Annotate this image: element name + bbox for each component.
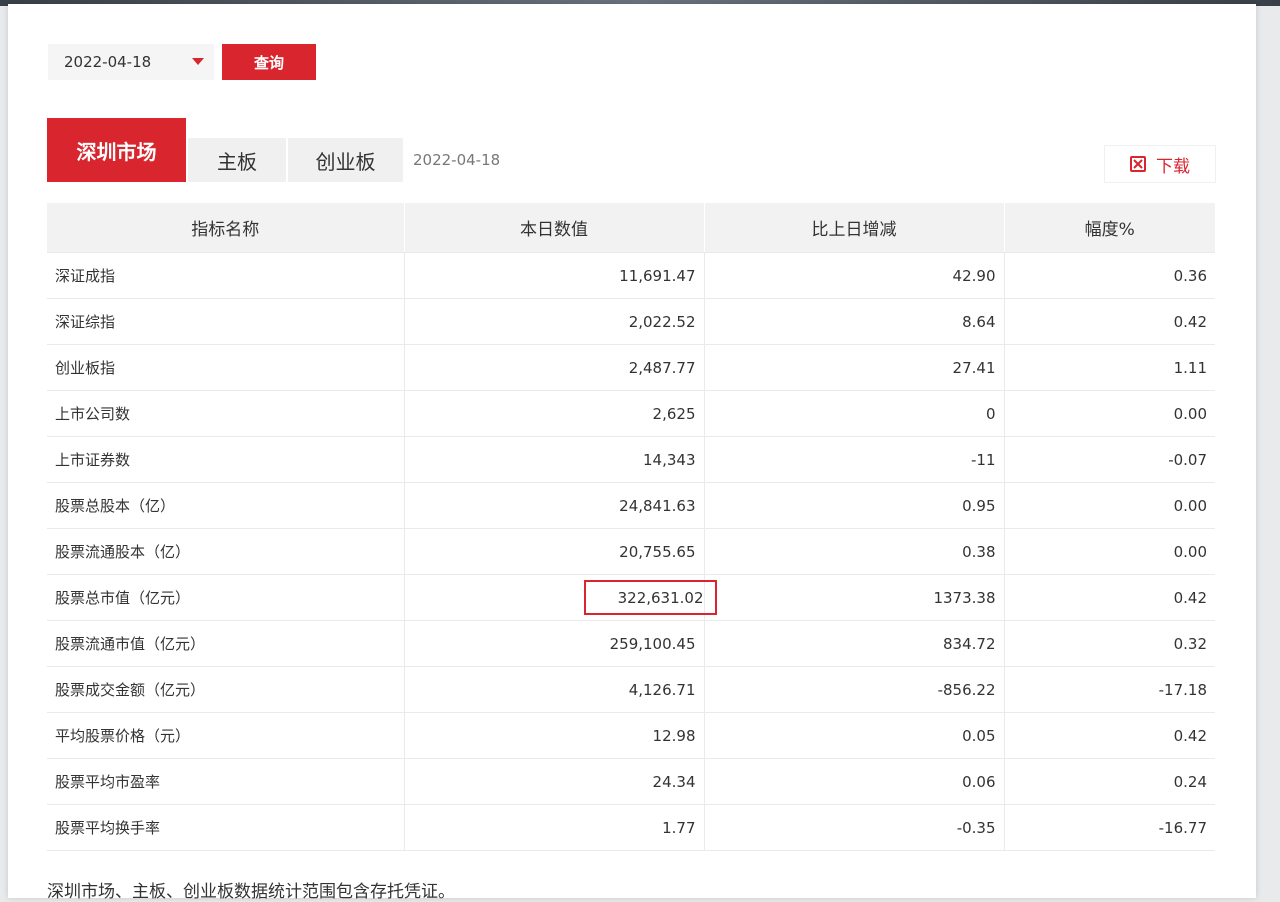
cell-value: 1.77 (404, 804, 705, 851)
tab-main-board[interactable]: 主板 (188, 138, 286, 182)
chevron-down-icon (192, 58, 204, 65)
cell-value: 24.34 (404, 758, 705, 805)
cell-change: 8.64 (704, 298, 1005, 345)
table-row: 创业板指 2,487.77 27.41 1.11 (47, 344, 1215, 391)
header-change: 比上日增减 (704, 203, 1005, 253)
table-row: 上市证券数 14,343 -11 -0.07 (47, 436, 1215, 483)
cell-value: 2,022.52 (404, 298, 705, 345)
tab-chinext[interactable]: 创业板 (288, 138, 403, 182)
cell-value: 24,841.63 (404, 482, 705, 529)
cell-name: 深证综指 (47, 298, 405, 345)
cell-change: 1373.38 (704, 574, 1005, 621)
header-indicator-name: 指标名称 (47, 203, 405, 253)
table-row: 股票平均换手率 1.77 -0.35 -16.77 (47, 804, 1215, 851)
cell-percent: 0.00 (1004, 528, 1215, 575)
cell-name: 股票成交金额（亿元） (47, 666, 405, 713)
header-change-percent: 幅度% (1004, 203, 1215, 253)
tab-shenzhen-market[interactable]: 深圳市场 (47, 118, 186, 182)
table-row: 股票平均市盈率 24.34 0.06 0.24 (47, 758, 1215, 805)
date-select-value: 2022-04-18 (64, 53, 152, 71)
cell-percent: 0.42 (1004, 298, 1215, 345)
cell-percent: 0.32 (1004, 620, 1215, 667)
cell-percent: 0.24 (1004, 758, 1215, 805)
cell-name: 股票总股本（亿） (47, 482, 405, 529)
cell-name: 股票平均市盈率 (47, 758, 405, 805)
cell-value: 20,755.65 (404, 528, 705, 575)
cell-value: 14,343 (404, 436, 705, 483)
cell-percent: -16.77 (1004, 804, 1215, 851)
tab-date-label: 2022-04-18 (413, 151, 501, 169)
cell-name: 股票流通股本（亿） (47, 528, 405, 575)
cell-name: 深证成指 (47, 252, 405, 299)
cell-value: 2,625 (404, 390, 705, 437)
cell-change: 0.05 (704, 712, 1005, 759)
download-label: 下载 (1156, 156, 1190, 177)
cell-percent: 0.36 (1004, 252, 1215, 299)
table-row: 股票总股本（亿） 24,841.63 0.95 0.00 (47, 482, 1215, 529)
download-button[interactable]: 下载 (1104, 145, 1216, 183)
cell-change: 42.90 (704, 252, 1005, 299)
cell-percent: 0.00 (1004, 390, 1215, 437)
cell-name: 上市公司数 (47, 390, 405, 437)
table-row: 深证综指 2,022.52 8.64 0.42 (47, 298, 1215, 345)
market-stats-table: 指标名称 本日数值 比上日增减 幅度% 深证成指 11,691.47 42.90… (47, 203, 1215, 851)
table-row: 深证成指 11,691.47 42.90 0.36 (47, 252, 1215, 299)
cell-name: 上市证券数 (47, 436, 405, 483)
cell-percent: 0.00 (1004, 482, 1215, 529)
cell-name: 股票总市值（亿元） (47, 574, 405, 621)
cell-change: 0.38 (704, 528, 1005, 575)
cell-change: 0.06 (704, 758, 1005, 805)
cell-value: 12.98 (404, 712, 705, 759)
cell-change: -856.22 (704, 666, 1005, 713)
header-today-value: 本日数值 (404, 203, 705, 253)
table-row: 股票流通股本（亿） 20,755.65 0.38 0.00 (47, 528, 1215, 575)
excel-icon (1130, 156, 1146, 172)
cell-value-highlighted: 322,631.02 (404, 574, 717, 621)
cell-name: 平均股票价格（元） (47, 712, 405, 759)
cell-value: 2,487.77 (404, 344, 705, 391)
market-stats-panel: 2022-04-18 查询 深圳市场 主板 创业板 2022-04-18 下载 … (8, 4, 1256, 902)
cell-value: 4,126.71 (404, 666, 705, 713)
footnote: 深圳市场、主板、创业板数据统计范围包含存托凭证。 (47, 882, 455, 902)
cell-name: 股票平均换手率 (47, 804, 405, 851)
cell-name: 创业板指 (47, 344, 405, 391)
cell-percent: 1.11 (1004, 344, 1215, 391)
cell-change: -11 (704, 436, 1005, 483)
table-row: 平均股票价格（元） 12.98 0.05 0.42 (47, 712, 1215, 759)
table-row: 上市公司数 2,625 0 0.00 (47, 390, 1215, 437)
cell-value: 11,691.47 (404, 252, 705, 299)
date-select[interactable]: 2022-04-18 (48, 44, 214, 80)
cell-value: 259,100.45 (404, 620, 705, 667)
cell-percent: 0.42 (1004, 712, 1215, 759)
cell-change: 0.95 (704, 482, 1005, 529)
table-row: 股票成交金额（亿元） 4,126.71 -856.22 -17.18 (47, 666, 1215, 713)
highlight-box: 322,631.02 (579, 575, 722, 620)
table-row: 股票流通市值（亿元） 259,100.45 834.72 0.32 (47, 620, 1215, 667)
highlighted-value: 322,631.02 (617, 588, 704, 607)
cell-change: 834.72 (704, 620, 1005, 667)
cell-percent: 0.42 (1004, 574, 1215, 621)
cell-percent: -17.18 (1004, 666, 1215, 713)
cell-name: 股票流通市值（亿元） (47, 620, 405, 667)
cell-change: -0.35 (704, 804, 1005, 851)
table-header-row: 指标名称 本日数值 比上日增减 幅度% (47, 203, 1215, 253)
query-button[interactable]: 查询 (222, 44, 316, 80)
cell-change: 0 (704, 390, 1005, 437)
cell-percent: -0.07 (1004, 436, 1215, 483)
cell-change: 27.41 (704, 344, 1005, 391)
table-row: 股票总市值（亿元） 322,631.02 1373.38 0.42 (47, 574, 1215, 621)
